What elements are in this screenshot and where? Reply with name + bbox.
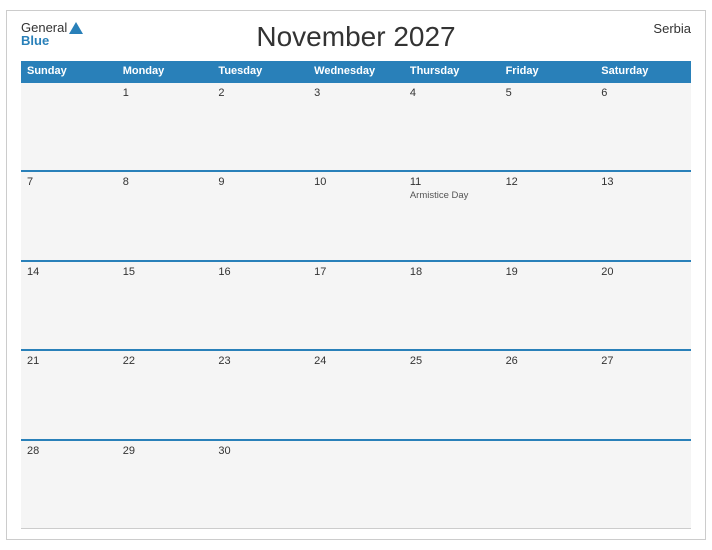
day-cell: 13 — [595, 172, 691, 259]
weekday-header: Saturday — [595, 61, 691, 81]
day-cell: 18 — [404, 262, 500, 349]
logo-blue-text: Blue — [21, 34, 83, 47]
day-cell: 20 — [595, 262, 691, 349]
weekday-header: Sunday — [21, 61, 117, 81]
day-cell: 3 — [308, 83, 404, 170]
week-row: 28 29 30 — [21, 439, 691, 529]
day-number: 5 — [506, 87, 590, 99]
day-number: 26 — [506, 355, 590, 367]
weekdays-row: SundayMondayTuesdayWednesdayThursdayFrid… — [21, 61, 691, 81]
day-number: 2 — [218, 87, 302, 99]
week-row: 21 22 23 24 25 26 27 — [21, 349, 691, 438]
day-cell: 12 — [500, 172, 596, 259]
calendar-title: November 2027 — [256, 21, 455, 53]
logo-triangle-icon — [69, 22, 83, 34]
day-cell: 19 — [500, 262, 596, 349]
day-cell: 15 — [117, 262, 213, 349]
day-number: 27 — [601, 355, 685, 367]
weeks-container: 1234567891011Armistice Day12131415161718… — [21, 81, 691, 529]
day-cell: 22 — [117, 351, 213, 438]
day-number: 18 — [410, 266, 494, 278]
calendar-header: General Blue November 2027 Serbia — [21, 21, 691, 53]
day-number: 3 — [314, 87, 398, 99]
day-number: 16 — [218, 266, 302, 278]
day-number: 11 — [410, 176, 494, 188]
calendar: General Blue November 2027 Serbia Sunday… — [6, 10, 706, 540]
day-cell: 1 — [117, 83, 213, 170]
weekday-header: Wednesday — [308, 61, 404, 81]
day-number: 12 — [506, 176, 590, 188]
day-number: 28 — [27, 445, 111, 457]
day-cell: 8 — [117, 172, 213, 259]
day-number: 1 — [123, 87, 207, 99]
day-number: 6 — [601, 87, 685, 99]
day-number: 20 — [601, 266, 685, 278]
day-number: 21 — [27, 355, 111, 367]
day-cell: 10 — [308, 172, 404, 259]
day-cell: 9 — [212, 172, 308, 259]
day-cell: 24 — [308, 351, 404, 438]
day-cell — [404, 441, 500, 528]
day-number: 10 — [314, 176, 398, 188]
logo: General Blue — [21, 21, 83, 47]
day-cell: 5 — [500, 83, 596, 170]
day-cell — [500, 441, 596, 528]
day-number: 23 — [218, 355, 302, 367]
day-cell: 29 — [117, 441, 213, 528]
event-label: Armistice Day — [410, 190, 494, 201]
day-number: 29 — [123, 445, 207, 457]
week-row: 123456 — [21, 81, 691, 170]
day-cell: 27 — [595, 351, 691, 438]
day-number: 8 — [123, 176, 207, 188]
week-row: 14 15 16 17 18 19 20 — [21, 260, 691, 349]
weekday-header: Tuesday — [212, 61, 308, 81]
day-number: 22 — [123, 355, 207, 367]
day-number: 30 — [218, 445, 302, 457]
day-cell: 4 — [404, 83, 500, 170]
weekday-header: Thursday — [404, 61, 500, 81]
day-cell — [595, 441, 691, 528]
day-cell — [308, 441, 404, 528]
day-number: 14 — [27, 266, 111, 278]
day-number: 25 — [410, 355, 494, 367]
week-row: 789 10 11 Armistice Day 12 13 — [21, 170, 691, 259]
day-number: 24 — [314, 355, 398, 367]
day-cell — [21, 83, 117, 170]
day-cell: 17 — [308, 262, 404, 349]
day-cell: 26 — [500, 351, 596, 438]
day-cell: 11 Armistice Day — [404, 172, 500, 259]
day-number: 19 — [506, 266, 590, 278]
day-cell: 6 — [595, 83, 691, 170]
day-number: 4 — [410, 87, 494, 99]
day-cell: 23 — [212, 351, 308, 438]
day-number: 15 — [123, 266, 207, 278]
day-cell: 2 — [212, 83, 308, 170]
day-cell: 14 — [21, 262, 117, 349]
day-cell: 21 — [21, 351, 117, 438]
day-number: 9 — [218, 176, 302, 188]
weekday-header: Monday — [117, 61, 213, 81]
day-number: 13 — [601, 176, 685, 188]
country-label: Serbia — [653, 21, 691, 36]
weekday-header: Friday — [500, 61, 596, 81]
day-cell: 30 — [212, 441, 308, 528]
day-cell: 28 — [21, 441, 117, 528]
day-cell: 7 — [21, 172, 117, 259]
day-number: 17 — [314, 266, 398, 278]
day-cell: 16 — [212, 262, 308, 349]
day-cell: 25 — [404, 351, 500, 438]
day-number: 7 — [27, 176, 111, 188]
